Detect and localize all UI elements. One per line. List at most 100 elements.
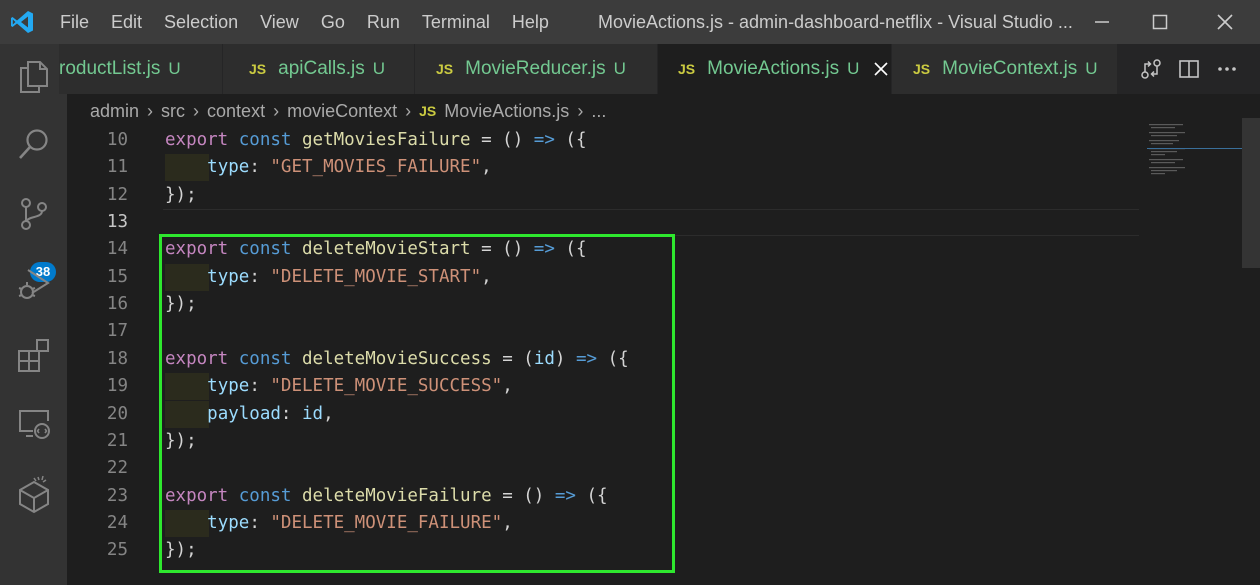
breadcrumb-item[interactable]: src bbox=[161, 101, 185, 122]
code-line[interactable]: 17 bbox=[67, 318, 1147, 345]
code-token: }); bbox=[165, 184, 197, 205]
code-line[interactable]: 24 type: "DELETE_MOVIE_FAILURE", bbox=[67, 509, 1147, 537]
code-text: payload: id, bbox=[165, 401, 334, 428]
close-window-button[interactable] bbox=[1195, 0, 1255, 44]
run-debug-icon bbox=[18, 269, 50, 299]
code-line[interactable]: 13 bbox=[67, 209, 1147, 237]
code-line[interactable]: 18 export const deleteMovieSuccess = (id)… bbox=[67, 346, 1147, 373]
breadcrumb-file[interactable]: MovieActions.js bbox=[444, 101, 569, 122]
chevron-right-icon: › bbox=[577, 100, 584, 121]
code-token: "DELETE_MOVIE_SUCCESS" bbox=[270, 376, 503, 397]
code-token: ({ bbox=[575, 485, 608, 506]
code-token: : bbox=[249, 512, 271, 533]
tab-movieactions[interactable]: JS MovieActions.js U bbox=[658, 44, 892, 94]
menu-view[interactable]: View bbox=[260, 12, 299, 33]
line-number: 19 bbox=[106, 376, 128, 397]
line-number: 12 bbox=[106, 184, 128, 205]
split-editor-icon[interactable] bbox=[1178, 58, 1200, 80]
code-token: export bbox=[165, 348, 229, 369]
code-token: type bbox=[207, 512, 250, 533]
code-token: export bbox=[165, 130, 229, 150]
line-number: 25 bbox=[106, 540, 128, 561]
menu-file[interactable]: File bbox=[60, 12, 89, 33]
code-line[interactable]: 12}); bbox=[67, 182, 1147, 209]
docker-button[interactable] bbox=[0, 464, 67, 524]
tab-status: U bbox=[372, 59, 385, 78]
explorer-button[interactable] bbox=[0, 47, 67, 107]
remote-explorer-button[interactable] bbox=[0, 394, 67, 454]
line-number: 10 bbox=[106, 130, 128, 150]
code-line[interactable]: 20 payload: id, bbox=[67, 400, 1147, 428]
line-number: 14 bbox=[106, 239, 128, 260]
code-token: "DELETE_MOVIE_START" bbox=[270, 266, 482, 287]
code-line[interactable]: 14 export const deleteMovieStart = () => … bbox=[67, 236, 1147, 263]
code-token: : bbox=[249, 376, 271, 397]
source-control-button[interactable] bbox=[0, 184, 67, 244]
code-editor[interactable]: 10 export const getMoviesFailure = () => … bbox=[67, 127, 1147, 585]
code-line[interactable]: 23 export const deleteMovieFailure = () =… bbox=[67, 483, 1147, 510]
code-line[interactable]: 16}); bbox=[67, 291, 1147, 318]
code-text: type: "DELETE_MOVIE_FAILURE", bbox=[165, 510, 513, 537]
code-token: = () bbox=[491, 485, 555, 506]
menu-terminal[interactable]: Terminal bbox=[422, 12, 490, 33]
line-number: 17 bbox=[106, 321, 128, 342]
minimize-button[interactable] bbox=[1072, 0, 1132, 44]
code-line[interactable]: 19 type: "DELETE_MOVIE_SUCCESS", bbox=[67, 373, 1147, 401]
scrollbar-thumb[interactable] bbox=[1242, 118, 1260, 268]
code-token: }); bbox=[165, 430, 197, 451]
extensions-icon bbox=[17, 339, 49, 372]
code-token: type bbox=[207, 376, 250, 397]
code-line[interactable]: 21}); bbox=[67, 428, 1147, 455]
code-text: export const deleteMovieSuccess = (id) =… bbox=[165, 346, 629, 373]
open-changes-icon[interactable] bbox=[1140, 58, 1162, 80]
chevron-right-icon: › bbox=[147, 100, 154, 121]
breadcrumb-item[interactable]: context bbox=[207, 101, 265, 122]
code-line[interactable]: 11 type: "GET_MOVIES_FAILURE", bbox=[67, 154, 1147, 182]
breadcrumb-item[interactable]: admin bbox=[90, 101, 139, 122]
menu-run[interactable]: Run bbox=[367, 12, 400, 33]
line-number: 18 bbox=[106, 348, 128, 369]
extensions-button[interactable] bbox=[0, 325, 67, 385]
menu-selection[interactable]: Selection bbox=[164, 12, 238, 33]
tab-status: U bbox=[168, 59, 181, 78]
title-bar: File Edit Selection View Go Run Terminal… bbox=[0, 0, 1260, 44]
tab-moviecontext[interactable]: JS MovieContext.js U bbox=[892, 44, 1118, 94]
code-token: getMoviesFailure bbox=[302, 130, 471, 150]
menu-edit[interactable]: Edit bbox=[111, 12, 142, 33]
close-tab-icon[interactable] bbox=[873, 61, 889, 77]
search-button[interactable] bbox=[0, 114, 67, 174]
run-debug-button[interactable] bbox=[0, 254, 67, 314]
code-token: deleteMovieStart bbox=[302, 239, 471, 260]
more-actions-icon[interactable] bbox=[1216, 58, 1238, 80]
code-token: type bbox=[207, 157, 250, 178]
menu-help[interactable]: Help bbox=[512, 12, 549, 33]
minimap[interactable] bbox=[1147, 118, 1242, 198]
breadcrumb-item[interactable]: movieContext bbox=[287, 101, 397, 122]
tab-label: MovieActions.js bbox=[707, 58, 840, 79]
line-number: 15 bbox=[106, 266, 128, 287]
code-token: type bbox=[207, 266, 250, 287]
code-token: ({ bbox=[554, 239, 587, 260]
tab-label: MovieContext.js bbox=[942, 58, 1078, 79]
line-number: 22 bbox=[106, 458, 128, 479]
breadcrumb-more[interactable]: ... bbox=[591, 101, 606, 122]
code-line[interactable]: 10 export const getMoviesFailure = () => … bbox=[67, 127, 1147, 154]
tab-moviereducer[interactable]: JS MovieReducer.js U bbox=[415, 44, 658, 94]
editor-actions bbox=[1140, 44, 1238, 94]
code-token: , bbox=[323, 403, 334, 424]
code-token: }); bbox=[165, 294, 197, 315]
code-line[interactable]: 25}); bbox=[67, 537, 1147, 564]
tab-productlist[interactable]: roductList.js U bbox=[59, 44, 223, 94]
menu-go[interactable]: Go bbox=[321, 12, 345, 33]
tab-apicalls[interactable]: JS apiCalls.js U bbox=[223, 44, 415, 94]
maximize-button[interactable] bbox=[1130, 0, 1190, 44]
chevron-right-icon: › bbox=[193, 100, 200, 121]
code-token: => bbox=[533, 239, 555, 260]
code-token: deleteMovieSuccess bbox=[302, 348, 492, 369]
code-line[interactable]: 15 type: "DELETE_MOVIE_START", bbox=[67, 263, 1147, 291]
code-line[interactable]: 22 bbox=[67, 455, 1147, 482]
